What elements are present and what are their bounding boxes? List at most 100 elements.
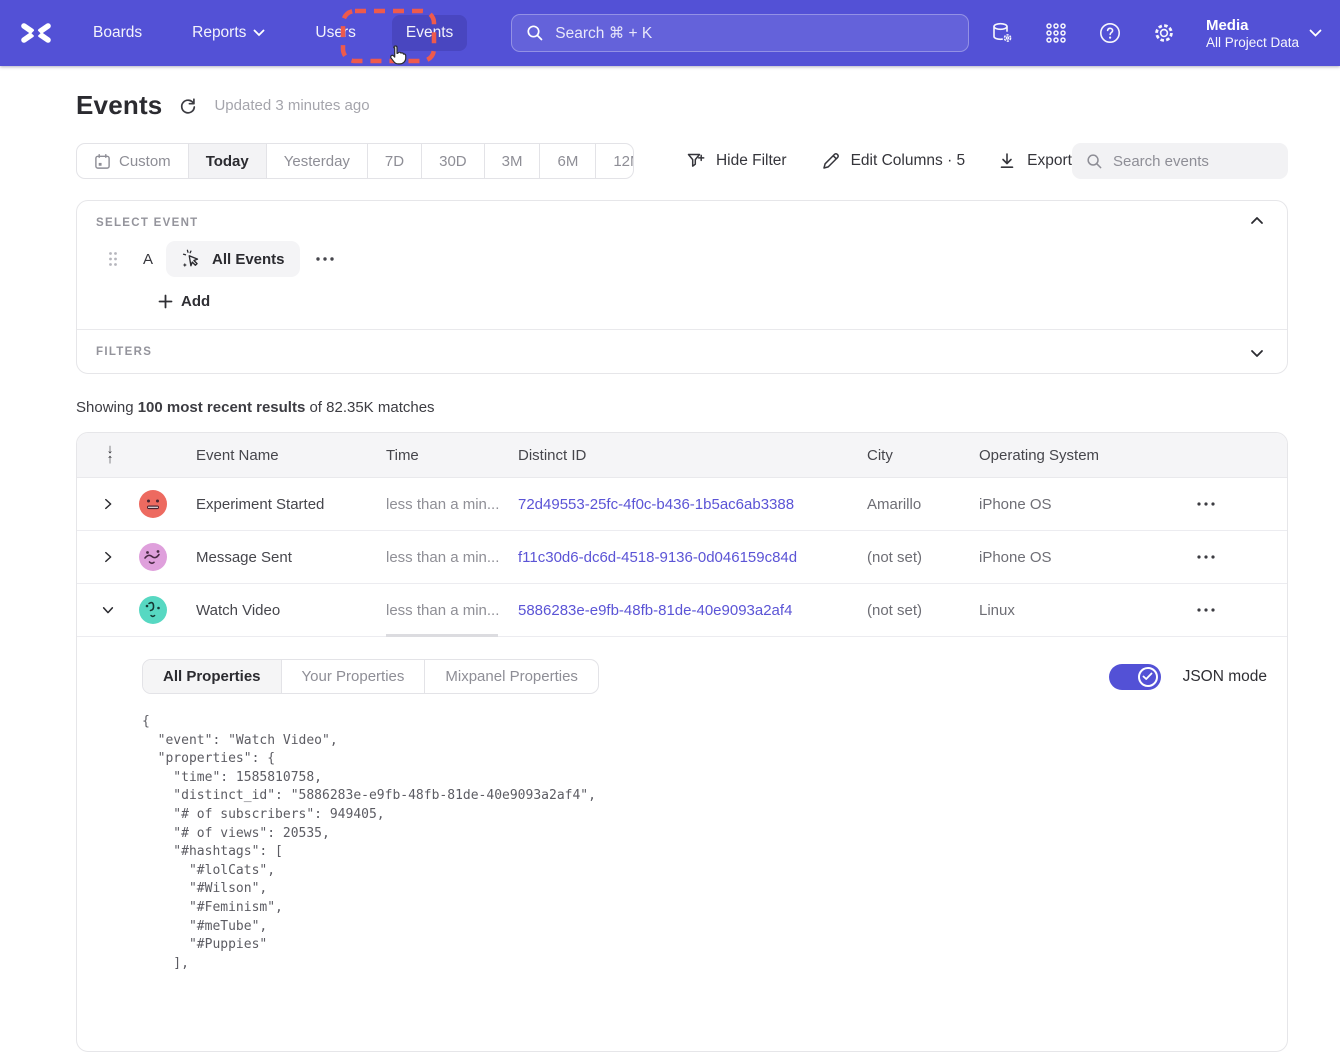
event-avatar <box>139 543 167 571</box>
cell-time: less than a min... <box>386 496 518 513</box>
json-mode-toggle[interactable] <box>1109 664 1161 690</box>
tab-mixpanel-properties[interactable]: Mixpanel Properties <box>425 660 598 693</box>
data-management-icon[interactable] <box>990 21 1014 45</box>
date-option-3m[interactable]: 3M <box>485 144 541 178</box>
results-summary: Showing 100 most recent results of 82.35… <box>76 399 435 416</box>
plus-icon <box>158 294 173 309</box>
search-placeholder: Search ⌘ + K <box>555 24 652 43</box>
search-events-placeholder: Search events <box>1113 153 1209 170</box>
properties-tabs: All Properties Your Properties Mixpanel … <box>142 659 599 694</box>
date-range-segmented-control: Custom Today Yesterday 7D 30D 3M 6M 12M <box>76 143 634 179</box>
top-navigation: Boards Reports Users Events Search ⌘ + K <box>0 0 1340 66</box>
select-event-label: SELECT EVENT <box>96 217 199 229</box>
project-name: Media <box>1206 16 1299 35</box>
mixpanel-logo-icon[interactable] <box>19 21 53 45</box>
results-count: 100 most recent results <box>138 399 306 416</box>
nav-item-users[interactable]: Users <box>301 15 369 51</box>
query-builder-card: SELECT EVENT A All Events <box>76 200 1288 374</box>
collapse-row-button[interactable] <box>89 603 139 617</box>
row-more-icon[interactable] <box>1194 600 1218 620</box>
column-header-os: Operating System <box>979 447 1194 464</box>
chevron-right-icon <box>101 497 115 511</box>
json-mode-label: JSON mode <box>1183 668 1267 686</box>
cell-os: iPhone OS <box>979 549 1194 566</box>
event-json-code: { "event": "Watch Video", "properties": … <box>142 713 1267 973</box>
cell-event-name: Message Sent <box>196 549 386 566</box>
date-option-7d[interactable]: 7D <box>368 144 422 178</box>
cell-distinct-id-link[interactable]: 5886283e-e9fb-48fb-81de-40e9093a2af4 <box>518 602 867 619</box>
tab-all-properties[interactable]: All Properties <box>143 660 282 693</box>
expand-row-button[interactable] <box>89 497 139 511</box>
nav-item-reports[interactable]: Reports <box>178 15 279 51</box>
all-events-selector[interactable]: All Events <box>166 241 300 277</box>
date-option-yesterday[interactable]: Yesterday <box>267 144 368 178</box>
tab-your-properties[interactable]: Your Properties <box>282 660 426 693</box>
pencil-icon <box>821 151 841 171</box>
add-event-button[interactable]: Add <box>158 293 210 310</box>
calendar-icon <box>94 153 111 170</box>
column-header-time: Time <box>386 447 518 464</box>
column-header-event-name: Event Name <box>196 447 386 464</box>
table-row: Experiment Started less than a min... 72… <box>77 478 1287 531</box>
expand-row-button[interactable] <box>89 550 139 564</box>
cell-os: iPhone OS <box>979 496 1194 513</box>
search-events-input[interactable]: Search events <box>1072 143 1288 179</box>
event-detail-panel: All Properties Your Properties Mixpanel … <box>77 637 1287 973</box>
column-header-city: City <box>867 447 979 464</box>
row-more-icon[interactable] <box>1194 494 1218 514</box>
cell-city: (not set) <box>867 549 979 566</box>
drag-handle-icon[interactable] <box>107 251 119 267</box>
cell-event-name: Watch Video <box>196 602 386 619</box>
hide-filter-button[interactable]: Hide Filter <box>686 151 787 171</box>
cell-time: less than a min... <box>386 602 518 619</box>
date-option-12m[interactable]: 12M <box>596 144 634 178</box>
event-row-more-icon[interactable] <box>314 249 336 269</box>
filters-section: FILTERS <box>77 329 1287 374</box>
collapse-select-event-icon[interactable] <box>1249 213 1265 229</box>
event-avatar <box>139 596 167 624</box>
apps-grid-icon[interactable] <box>1044 21 1068 45</box>
expand-collapse-all-icon[interactable]: ↓↑ <box>103 444 117 466</box>
row-more-icon[interactable] <box>1194 547 1218 567</box>
cell-event-name: Experiment Started <box>196 496 386 513</box>
settings-gear-icon[interactable] <box>1152 21 1176 45</box>
table-row: Message Sent less than a min... f11c30d6… <box>77 531 1287 584</box>
project-selector[interactable]: Media All Project Data <box>1206 16 1322 50</box>
cell-city: Amarillo <box>867 496 979 513</box>
column-header-distinct-id: Distinct ID <box>518 447 867 464</box>
date-option-custom[interactable]: Custom <box>77 144 189 178</box>
download-icon <box>997 151 1017 171</box>
help-icon[interactable] <box>1098 21 1122 45</box>
event-avatar <box>139 490 167 518</box>
page-title: Events <box>76 90 162 121</box>
edit-columns-button[interactable]: Edit Columns · 5 <box>821 151 966 171</box>
selected-event-name: All Events <box>212 251 285 268</box>
page-header: Events Updated 3 minutes ago <box>76 90 370 121</box>
expand-filters-icon[interactable] <box>1249 345 1265 361</box>
last-updated-text: Updated 3 minutes ago <box>214 97 369 114</box>
chevron-right-icon <box>101 550 115 564</box>
cell-os: Linux <box>979 602 1194 619</box>
export-button[interactable]: Export <box>997 151 1072 171</box>
filters-label: FILTERS <box>96 346 152 358</box>
date-option-6m[interactable]: 6M <box>540 144 596 178</box>
cell-distinct-id-link[interactable]: 72d49553-25fc-4f0c-b436-1b5ac6ab3388 <box>518 496 867 513</box>
chevron-down-icon <box>253 29 265 37</box>
date-option-today[interactable]: Today <box>189 144 267 178</box>
nav-item-events[interactable]: Events <box>392 15 467 51</box>
sparkle-cursor-icon <box>181 248 203 270</box>
toggle-knob <box>1138 667 1158 687</box>
project-scope: All Project Data <box>1206 35 1299 50</box>
cell-city: (not set) <box>867 602 979 619</box>
nav-right-cluster: Media All Project Data <box>990 16 1340 50</box>
refresh-icon[interactable] <box>178 96 198 116</box>
controls-row: Custom Today Yesterday 7D 30D 3M 6M 12M … <box>76 143 1288 179</box>
event-query-row: A All Events <box>77 241 1287 277</box>
date-option-30d[interactable]: 30D <box>422 144 485 178</box>
events-table: ↓↑ Event Name Time Distinct ID City Oper… <box>76 432 1288 1052</box>
event-row-letter: A <box>143 251 155 268</box>
nav-item-boards[interactable]: Boards <box>79 15 156 51</box>
chevron-down-icon <box>1309 29 1322 38</box>
global-search-input[interactable]: Search ⌘ + K <box>511 14 969 52</box>
cell-distinct-id-link[interactable]: f11c30d6-dc6d-4518-9136-0d046159c84d <box>518 549 867 566</box>
